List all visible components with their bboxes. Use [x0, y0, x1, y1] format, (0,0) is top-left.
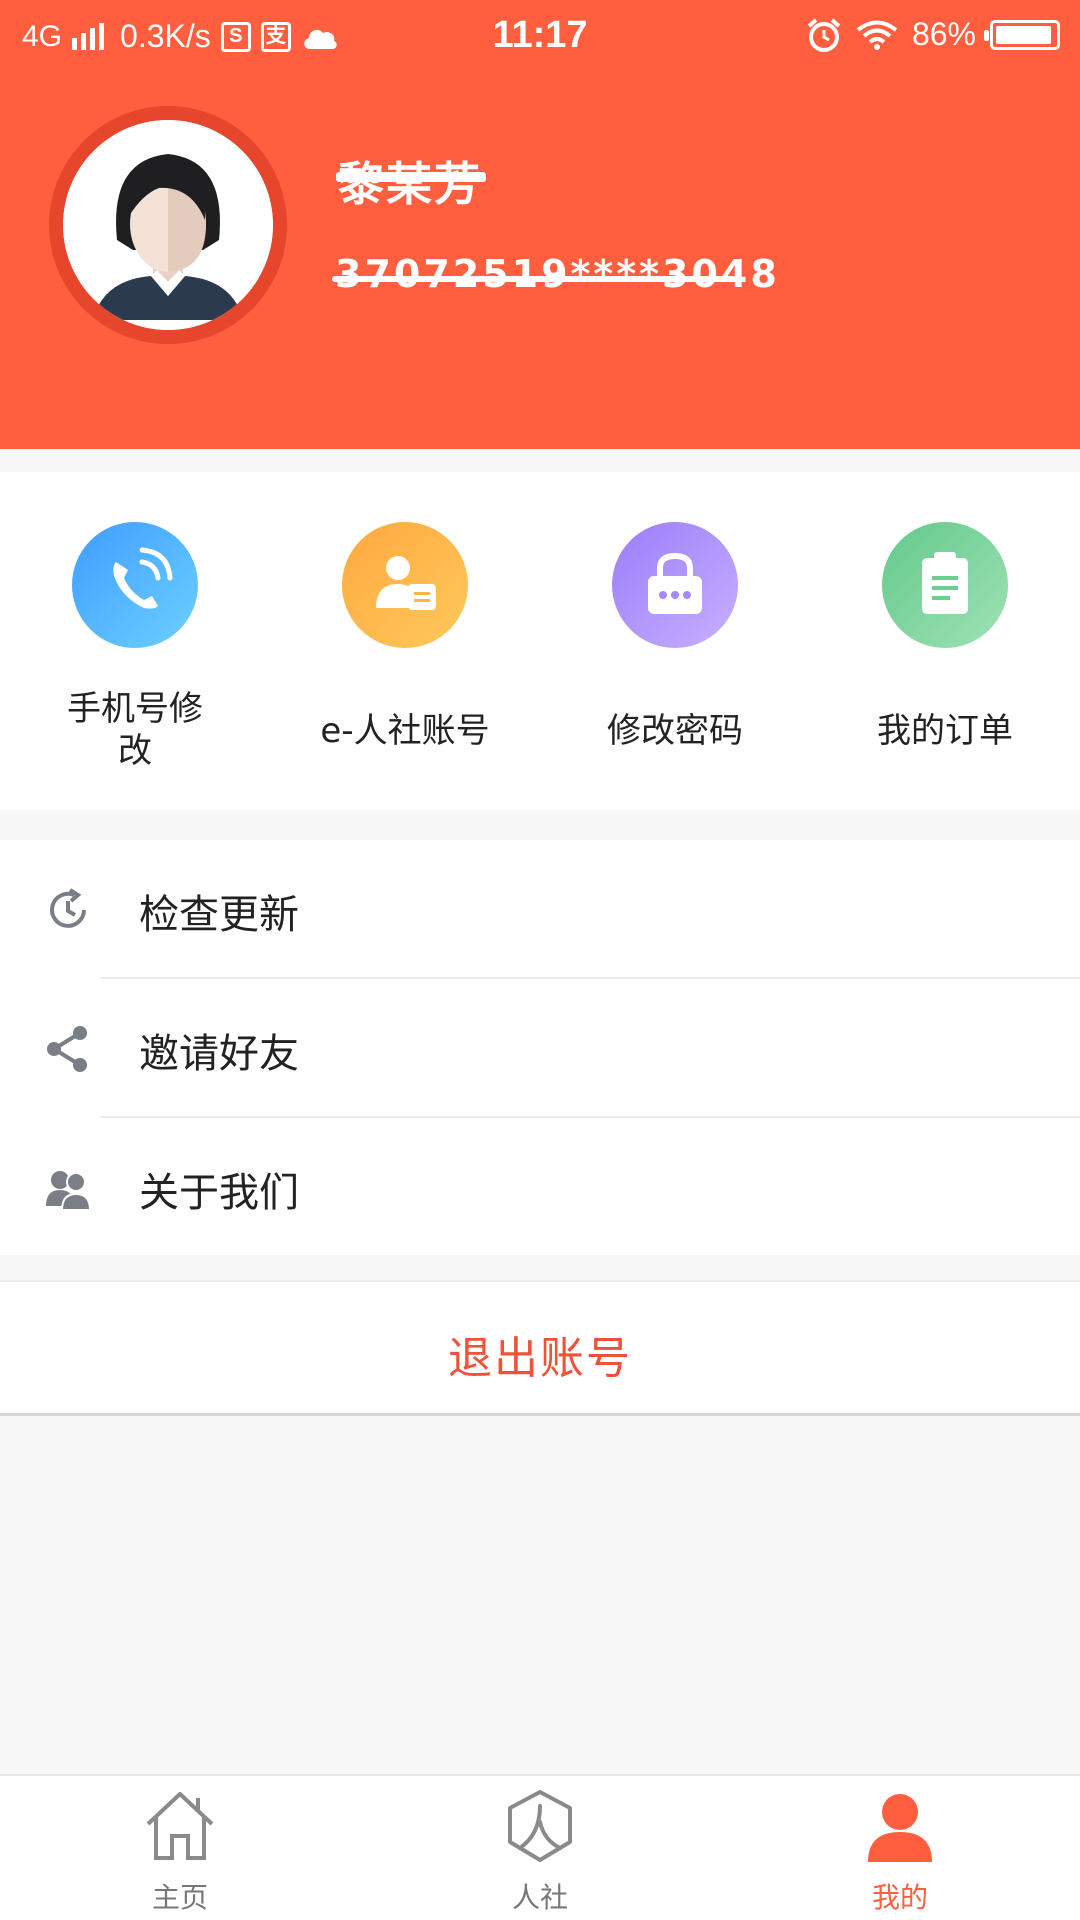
nav-label: 主页: [151, 1881, 208, 1914]
refresh-icon: [50, 888, 86, 928]
quick-action-my-orders[interactable]: 我的订单: [810, 522, 1080, 752]
clipboard-icon: [882, 522, 1008, 648]
nav-tab-mine[interactable]: 我的: [800, 1786, 1000, 1916]
profile-header: 4G 0.3K/s S 支 11:17 86% 黎某芳 37072519****…: [0, 0, 1080, 449]
profile-icon: [868, 1794, 932, 1862]
nav-label: 人社: [511, 1881, 568, 1914]
lock-icon: [612, 522, 738, 648]
alarm-icon: [807, 17, 841, 52]
user-id-number: 37072519****3048: [335, 252, 780, 296]
nav-tab-home[interactable]: 主页: [80, 1786, 280, 1916]
user-portrait-icon: [63, 120, 273, 330]
quick-action-eaccount[interactable]: e-人社账号: [270, 522, 540, 752]
menu-item-label: 关于我们: [139, 1170, 299, 1216]
quick-action-label: 我的订单: [877, 711, 1013, 751]
users-icon: [46, 1171, 92, 1211]
menu-item-check-update[interactable]: 检查更新: [0, 840, 1080, 978]
quick-action-label: e-人社账号: [320, 711, 490, 751]
menu-item-invite-friends[interactable]: 邀请好友: [0, 979, 1080, 1117]
avatar-image: [63, 120, 273, 330]
quick-actions: 手机号修改 e-人社账号 修改密码 我的订单: [0, 472, 1080, 810]
battery-icon: [984, 19, 1060, 50]
logout-label: 退出账号: [448, 1333, 632, 1384]
logout-button[interactable]: 退出账号: [0, 1280, 1080, 1416]
phone-icon: [72, 522, 198, 648]
avatar[interactable]: [49, 106, 287, 344]
quick-action-change-phone[interactable]: 手机号修改: [0, 522, 270, 772]
quick-action-label: 修改密码: [607, 711, 743, 751]
battery-percent: 86%: [911, 16, 976, 52]
bottom-nav: 主页 人社 我的: [0, 1774, 1080, 1920]
menu-item-label: 邀请好友: [139, 1031, 299, 1077]
nav-label: 我的: [871, 1881, 928, 1914]
renshe-icon: [508, 1790, 572, 1862]
name-redaction: [336, 172, 486, 182]
status-right: 86%: [806, 16, 1060, 53]
account-card-icon: [342, 522, 468, 648]
id-redaction: [332, 276, 736, 282]
quick-action-change-password[interactable]: 修改密码: [540, 522, 810, 752]
nav-tab-renshe[interactable]: 人社: [440, 1786, 640, 1916]
menu-item-about-us[interactable]: 关于我们: [0, 1118, 1080, 1256]
menu-item-label: 检查更新: [139, 892, 299, 938]
status-bar: 4G 0.3K/s S 支 11:17 86%: [0, 0, 1080, 76]
home-icon: [146, 1792, 214, 1860]
settings-menu: 检查更新 邀请好友 关于我们: [0, 840, 1080, 1255]
quick-action-label: 手机号修改: [67, 689, 203, 771]
wifi-icon: [856, 20, 898, 50]
share-icon: [47, 1026, 87, 1072]
